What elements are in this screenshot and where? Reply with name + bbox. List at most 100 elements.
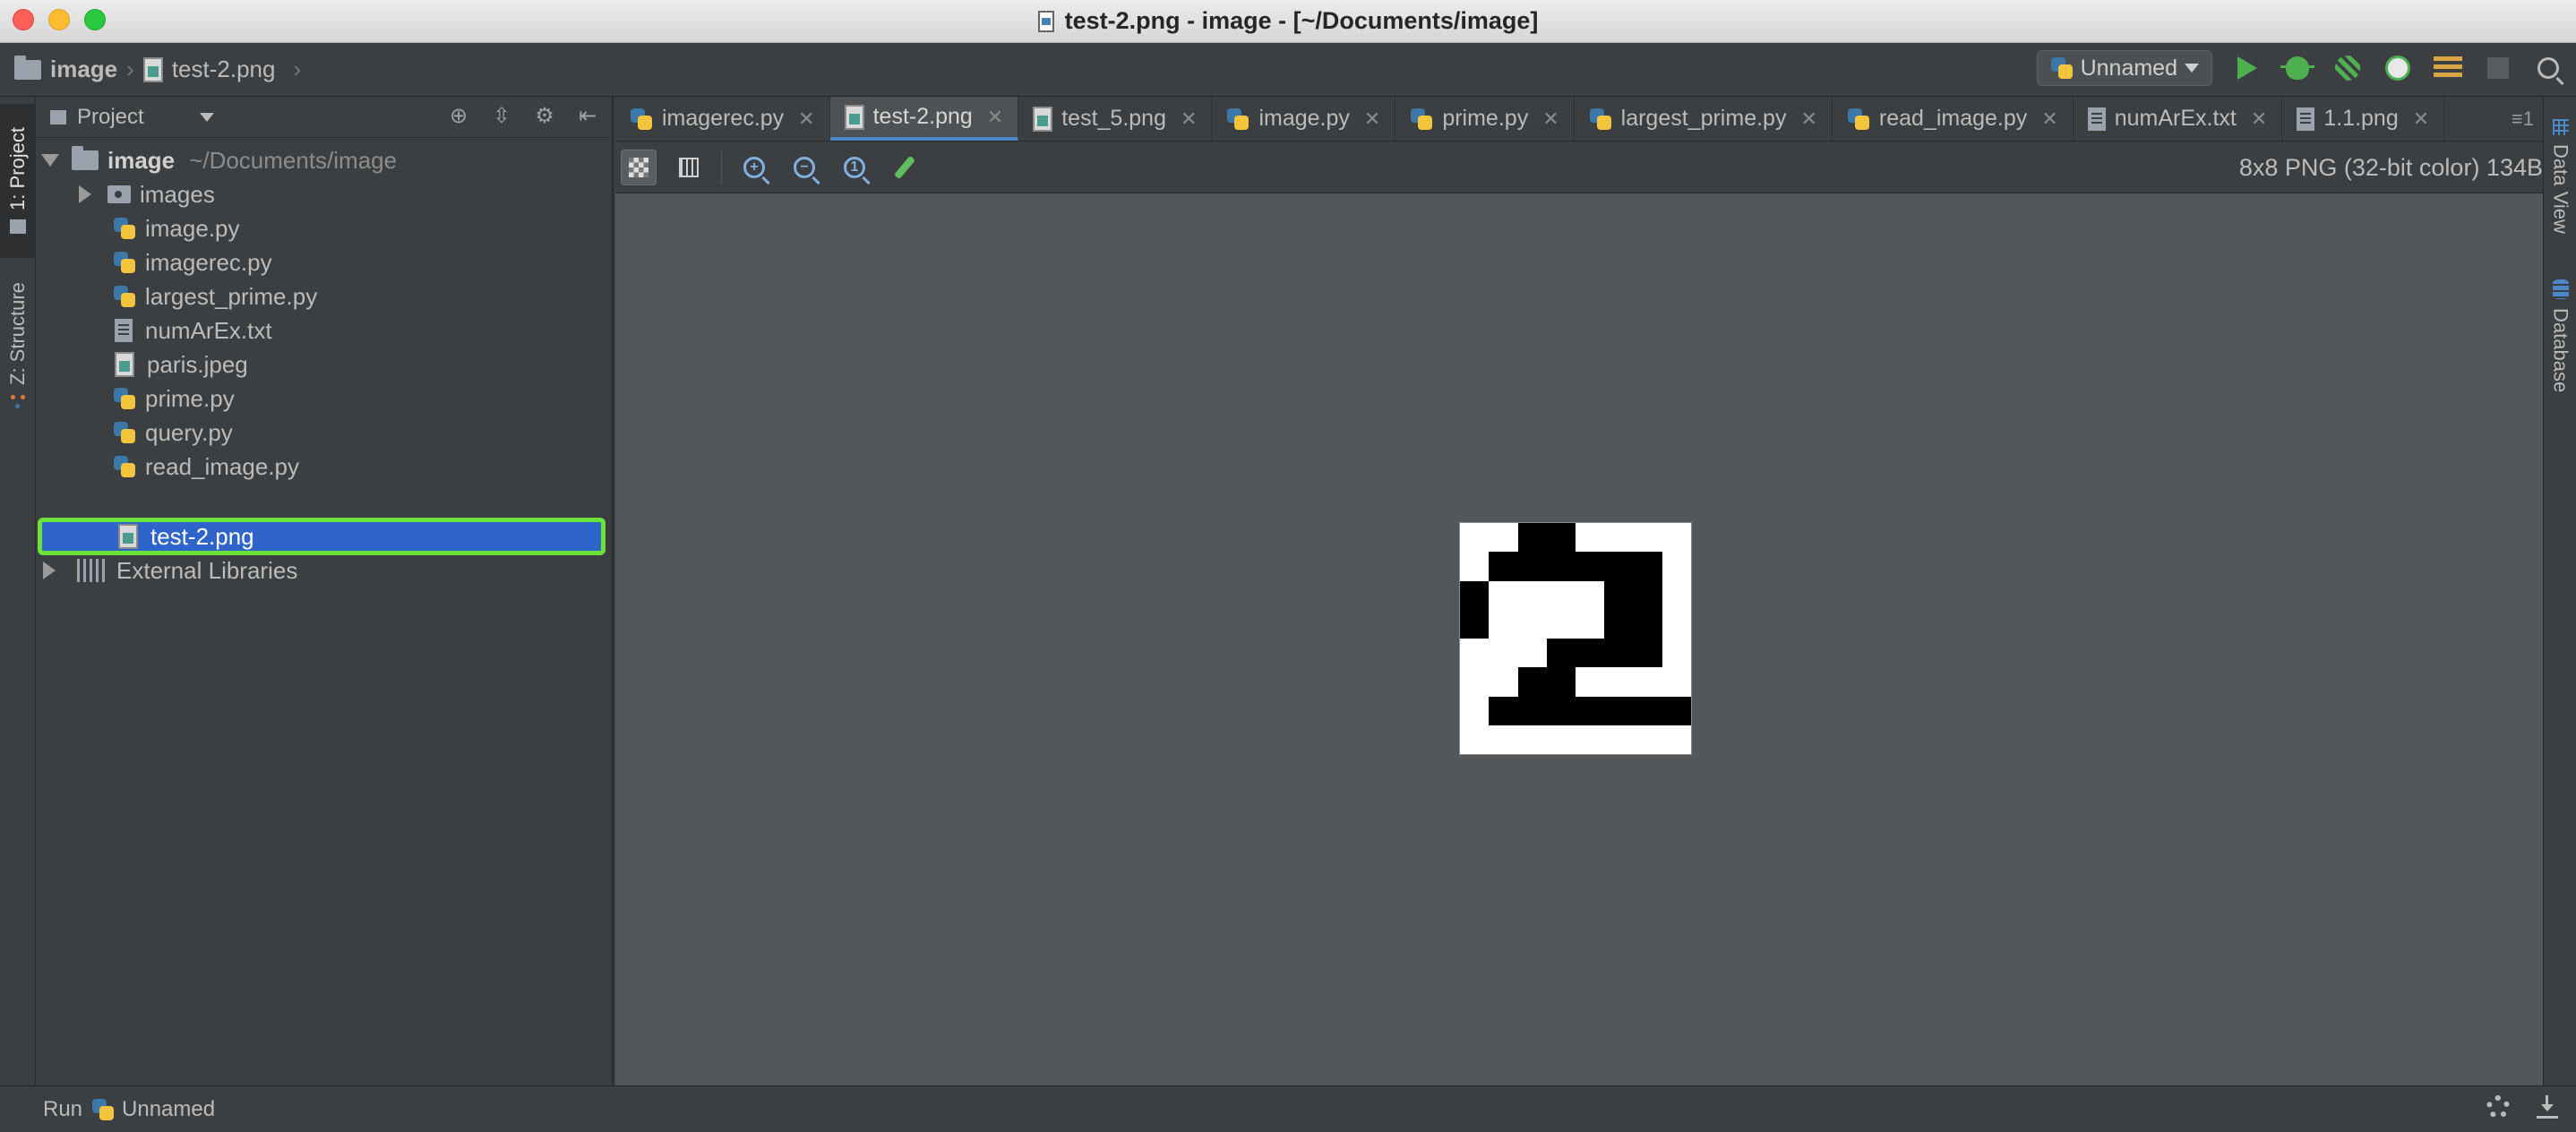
concurrency-diagram-button[interactable] xyxy=(2433,53,2463,83)
image-pixel xyxy=(1489,552,1518,581)
close-tab-icon[interactable]: ✕ xyxy=(2041,107,2057,131)
grid-toggle-button[interactable] xyxy=(671,150,707,185)
bug-icon xyxy=(2280,56,2314,80)
run-config-name[interactable]: Unnamed xyxy=(122,1097,215,1122)
python-file-icon xyxy=(113,285,136,308)
python-file-icon xyxy=(113,251,136,274)
data-view-icon xyxy=(2552,119,2569,136)
tab-image-py[interactable]: image.py ✕ xyxy=(1212,97,1396,141)
tree-external-libraries[interactable]: External Libraries xyxy=(36,553,605,587)
run-tool-label[interactable]: Run xyxy=(43,1097,82,1122)
image-pixel xyxy=(1546,580,1576,610)
project-tool-tab-label: 1: Project xyxy=(6,127,29,211)
image-pixel xyxy=(1633,580,1662,610)
close-tab-icon[interactable]: ✕ xyxy=(2251,107,2267,131)
minimize-window-button[interactable] xyxy=(48,9,70,30)
tabs-overflow-button[interactable]: ≡1 xyxy=(2512,107,2534,131)
breadcrumb-file[interactable]: test-2.png › xyxy=(142,56,310,83)
close-tab-icon[interactable]: ✕ xyxy=(1800,107,1816,131)
image-pixel xyxy=(1662,667,1691,697)
tree-item[interactable]: imagerec.py xyxy=(36,245,605,279)
window-controls xyxy=(13,9,106,30)
locate-file-icon[interactable]: ⊕ xyxy=(445,102,472,129)
data-view-tool-tab-label: Data View xyxy=(2549,144,2572,234)
tree-item[interactable]: read_image.py xyxy=(36,450,605,484)
image-pixel xyxy=(1517,609,1547,639)
zoom-window-button[interactable] xyxy=(84,9,106,30)
image-file-icon xyxy=(844,104,864,130)
tab-largest-prime-py[interactable]: largest_prime.py ✕ xyxy=(1575,97,1833,141)
image-pixel xyxy=(1546,725,1576,754)
database-tool-tab[interactable]: Database xyxy=(2544,272,2576,399)
image-pixel xyxy=(1633,523,1662,553)
tree-item-selected[interactable]: test-2.png xyxy=(38,518,605,555)
image-pixel xyxy=(1576,725,1605,754)
download-icon[interactable] xyxy=(2537,1095,2558,1119)
tab-label: image.py xyxy=(1258,106,1350,131)
collapse-all-icon[interactable]: ⇳ xyxy=(488,102,515,129)
breadcrumb-project[interactable]: image xyxy=(14,55,117,83)
image-pixel xyxy=(1633,725,1662,754)
breadcrumb-separator: › xyxy=(126,56,134,82)
tree-root[interactable]: image ~/Documents/image xyxy=(36,143,605,177)
project-tool-tab[interactable]: 1: Project xyxy=(0,104,36,258)
image-pixel xyxy=(1489,609,1518,639)
project-view-selector[interactable]: Project xyxy=(77,105,144,130)
tab-1-1-png[interactable]: 1.1.png ✕ xyxy=(2282,97,2445,141)
image-pixel xyxy=(1546,696,1576,725)
debug-button[interactable] xyxy=(2280,53,2314,83)
run-with-coverage-button[interactable] xyxy=(2332,53,2363,83)
zoom-out-button[interactable]: − xyxy=(786,150,822,185)
folder-icon xyxy=(107,185,131,203)
zoom-in-button[interactable]: + xyxy=(736,150,772,185)
tree-item[interactable]: paris.jpeg xyxy=(36,347,605,382)
python-file-icon xyxy=(1847,107,1870,131)
zoom-out-icon: − xyxy=(794,156,815,178)
stop-button[interactable] xyxy=(2483,53,2513,83)
run-button[interactable] xyxy=(2232,53,2263,83)
image-pixel xyxy=(1662,639,1691,668)
chevron-down-icon[interactable] xyxy=(199,112,214,122)
tab-test-5-png[interactable]: test_5.png ✕ xyxy=(1018,97,1213,141)
collapse-arrow-icon[interactable] xyxy=(79,185,91,203)
tab-prime-py[interactable]: prime.py ✕ xyxy=(1395,97,1575,141)
text-file-icon xyxy=(2087,107,2106,131)
tree-item[interactable]: query.py xyxy=(36,416,605,450)
chessboard-background-button[interactable] xyxy=(621,149,657,185)
close-tab-icon[interactable]: ✕ xyxy=(1542,107,1558,131)
tree-item[interactable]: largest_prime.py xyxy=(36,279,605,313)
expand-arrow-icon[interactable] xyxy=(41,154,59,167)
run-configuration-dropdown[interactable]: Unnamed xyxy=(2036,50,2212,86)
close-tab-icon[interactable]: ✕ xyxy=(2413,107,2429,131)
close-window-button[interactable] xyxy=(13,9,34,30)
close-tab-icon[interactable]: ✕ xyxy=(1181,107,1197,131)
image-file-icon xyxy=(2297,107,2315,131)
image-pixel xyxy=(1489,667,1518,697)
gear-icon[interactable]: ⚙ xyxy=(531,102,558,129)
tab-numarex-txt[interactable]: numArEx.txt ✕ xyxy=(2074,97,2283,141)
tree-item[interactable]: numArEx.txt xyxy=(36,313,605,347)
close-tab-icon[interactable]: ✕ xyxy=(1364,107,1380,131)
gear-icon[interactable] xyxy=(2486,1095,2510,1119)
data-view-tool-tab[interactable]: Data View xyxy=(2544,109,2576,244)
actual-size-button[interactable]: 1 xyxy=(837,150,872,185)
status-bar: Run Unnamed xyxy=(0,1085,2576,1132)
close-tab-icon[interactable]: ✕ xyxy=(987,106,1003,129)
image-pixel xyxy=(1489,580,1518,610)
profile-button[interactable] xyxy=(2383,53,2413,83)
collapse-arrow-icon[interactable] xyxy=(43,562,56,579)
image-pixel xyxy=(1633,696,1662,725)
tree-item[interactable]: images xyxy=(36,177,605,211)
tab-test-2-png[interactable]: test-2.png ✕ xyxy=(829,97,1019,141)
tree-item[interactable]: image.py xyxy=(36,211,605,245)
image-pixel xyxy=(1604,523,1634,553)
tree-item[interactable]: prime.py xyxy=(36,382,605,416)
database-icon xyxy=(2552,279,2569,299)
close-tab-icon[interactable]: ✕ xyxy=(798,107,814,131)
structure-tool-tab[interactable]: Z: Structure xyxy=(0,267,36,424)
tab-read-image-py[interactable]: read_image.py ✕ xyxy=(1833,97,2074,141)
tab-imagerec-py[interactable]: imagerec.py ✕ xyxy=(615,97,830,141)
search-everywhere-button[interactable] xyxy=(2533,53,2563,83)
hide-panel-icon[interactable]: ⇤ xyxy=(574,102,601,129)
color-picker-button[interactable] xyxy=(887,150,923,185)
